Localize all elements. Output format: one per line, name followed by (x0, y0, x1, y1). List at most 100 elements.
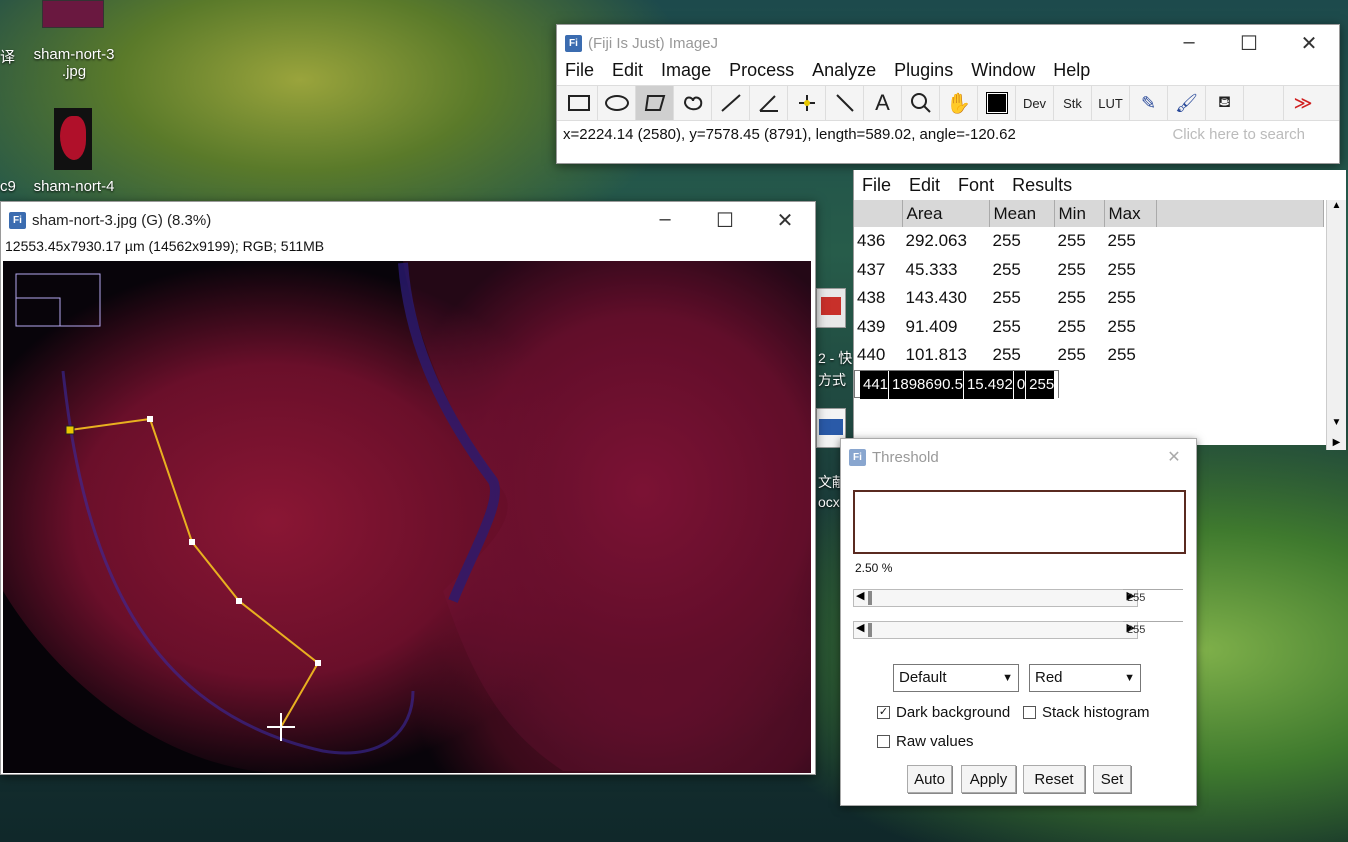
min-threshold-slider[interactable]: ◀ ▶ (853, 589, 1138, 607)
pencil-tool-icon[interactable]: ✎ (1130, 86, 1168, 120)
menu-edit[interactable]: Edit (612, 60, 643, 81)
raw-values-checkbox[interactable]: Raw values (877, 733, 974, 750)
line-tool-icon[interactable] (712, 86, 750, 120)
menu-process[interactable]: Process (729, 60, 794, 81)
desktop-fragment-2: c9 (0, 178, 16, 195)
close-button[interactable]: ✕ (1152, 447, 1196, 467)
maximize-button[interactable]: ☐ (695, 208, 755, 233)
dark-background-label: Dark background (896, 704, 1011, 721)
spacer (1244, 86, 1284, 120)
chevron-down-icon: ▼ (1124, 672, 1135, 684)
mode-select[interactable]: Red ▼ (1029, 664, 1141, 692)
cell (1156, 256, 1324, 285)
stk-tool-icon[interactable]: Stk (1054, 86, 1092, 120)
dev-tool-icon[interactable]: Dev (1016, 86, 1054, 120)
desktop-fragment-4: 方式 (818, 372, 846, 388)
results-vertical-scrollbar[interactable]: ▲ ▼ ▶ (1326, 200, 1346, 450)
scroll-down-arrow-icon[interactable]: ▼ (1327, 417, 1346, 428)
cell: 1898690.5 (888, 370, 964, 399)
maximize-button[interactable]: ☐ (1219, 31, 1279, 56)
cell: 255 (1107, 231, 1136, 251)
menu-file[interactable]: File (565, 60, 594, 81)
scroll-up-arrow-icon[interactable]: ▲ (1327, 200, 1346, 211)
fiji-logo-icon: Fi (849, 448, 866, 466)
results-menu-file[interactable]: File (862, 175, 891, 196)
dark-background-checkbox[interactable]: ✓ Dark background (877, 704, 1010, 721)
table-row[interactable]: 439 91.409 255 255 255 (854, 313, 1324, 342)
table-row[interactable]: 437 45.333 255 255 255 (854, 256, 1324, 285)
desktop-icon-thumb-2[interactable] (54, 108, 92, 170)
cell: 292.063 (905, 231, 967, 251)
cell (1156, 341, 1324, 370)
freehand-tool-icon[interactable] (674, 86, 712, 120)
cell: 0 (1013, 370, 1027, 399)
table-row[interactable]: 436 292.063 255 255 255 (854, 227, 1324, 256)
image-canvas[interactable] (3, 261, 811, 773)
magnifier-tool-icon[interactable] (902, 86, 940, 120)
max-threshold-value[interactable]: 255 (1123, 621, 1183, 639)
minimize-button[interactable]: – (1159, 31, 1219, 56)
col-header-max[interactable]: Max (1104, 200, 1157, 227)
results-menu-font[interactable]: Font (958, 175, 994, 196)
results-menu-edit[interactable]: Edit (909, 175, 940, 196)
cell: 255 (1057, 259, 1086, 279)
results-menu-results[interactable]: Results (1012, 175, 1072, 196)
polygon-tool-icon[interactable] (636, 86, 674, 120)
cell: 255 (1057, 231, 1086, 251)
desktop-icon-label-1[interactable]: sham-nort-3 .jpg (20, 46, 128, 80)
brush-tool-icon[interactable]: 🖌 (1168, 86, 1206, 120)
col-header-mean[interactable]: Mean (989, 200, 1055, 227)
hand-tool-icon[interactable]: ✋ (940, 86, 978, 120)
point-tool-icon[interactable] (788, 86, 826, 120)
color-picker-tool-icon[interactable] (978, 86, 1016, 120)
cell: 255 (1057, 288, 1086, 308)
oval-tool-icon[interactable] (598, 86, 636, 120)
text-tool-icon[interactable]: A (864, 86, 902, 120)
angle-tool-icon[interactable] (750, 86, 788, 120)
table-row[interactable]: 438 143.430 255 255 255 (854, 284, 1324, 313)
image-window-title: sham-nort-3.jpg (G) (8.3%) (32, 211, 212, 229)
mode-select-value: Red (1035, 669, 1063, 686)
max-threshold-slider[interactable]: ◀ ▶ (853, 621, 1138, 639)
menu-image[interactable]: Image (661, 60, 711, 81)
reset-button[interactable]: Reset (1023, 765, 1085, 793)
threshold-dialog: Fi Threshold ✕ 2.50 % ◀ ▶ 255 ◀ ▶ 255 Defa… (840, 438, 1197, 806)
results-table: Area Mean Min Max 436 292.063 255 255 255 43… (854, 200, 1324, 399)
table-row-selected[interactable]: 441 1898690.5 15.492 0 255 (854, 369, 1060, 399)
method-select[interactable]: Default ▼ (893, 664, 1019, 692)
auto-button[interactable]: Auto (907, 765, 952, 793)
stack-histogram-checkbox[interactable]: Stack histogram (1023, 704, 1150, 721)
image-info: 12553.45x7930.17 µm (14562x9199); RGB; 5… (5, 238, 325, 254)
flood-fill-tool-icon[interactable]: ⛾ (1206, 86, 1244, 120)
set-button[interactable]: Set (1093, 765, 1131, 793)
search-field[interactable]: Click here to search (1172, 126, 1305, 143)
minimize-button[interactable]: – (635, 208, 695, 233)
col-header-min[interactable]: Min (1054, 200, 1105, 227)
desktop-file-icon[interactable] (816, 288, 846, 328)
checkbox-unchecked-icon (877, 735, 890, 748)
lut-tool-icon[interactable]: LUT (1092, 86, 1130, 120)
cell (1156, 313, 1324, 342)
cell: 439 (857, 316, 886, 336)
slider-left-arrow-icon[interactable]: ◀ (856, 621, 864, 634)
menu-help[interactable]: Help (1053, 60, 1090, 81)
col-header-area[interactable]: Area (902, 200, 990, 227)
slider-left-arrow-icon[interactable]: ◀ (856, 589, 864, 602)
menu-analyze[interactable]: Analyze (812, 60, 876, 81)
desktop-icon-label-2[interactable]: sham-nort-4 (20, 178, 128, 195)
close-button[interactable]: ✕ (755, 208, 815, 233)
method-select-value: Default (899, 669, 947, 686)
rectangle-tool-icon[interactable] (560, 86, 598, 120)
desktop-icon-thumb-1[interactable] (42, 0, 104, 28)
scroll-right-arrow-icon[interactable]: ▶ (1327, 437, 1346, 448)
close-button[interactable]: ✕ (1279, 31, 1339, 56)
menu-window[interactable]: Window (971, 60, 1035, 81)
more-tools-icon[interactable]: ≫ (1284, 86, 1322, 120)
wand-tool-icon[interactable] (826, 86, 864, 120)
menu-plugins[interactable]: Plugins (894, 60, 953, 81)
table-row[interactable]: 440 101.813 255 255 255 (854, 341, 1324, 370)
col-header-index[interactable] (854, 200, 903, 227)
threshold-histogram (853, 490, 1186, 554)
min-threshold-value[interactable]: 255 (1123, 589, 1183, 607)
apply-button[interactable]: Apply (961, 765, 1016, 793)
